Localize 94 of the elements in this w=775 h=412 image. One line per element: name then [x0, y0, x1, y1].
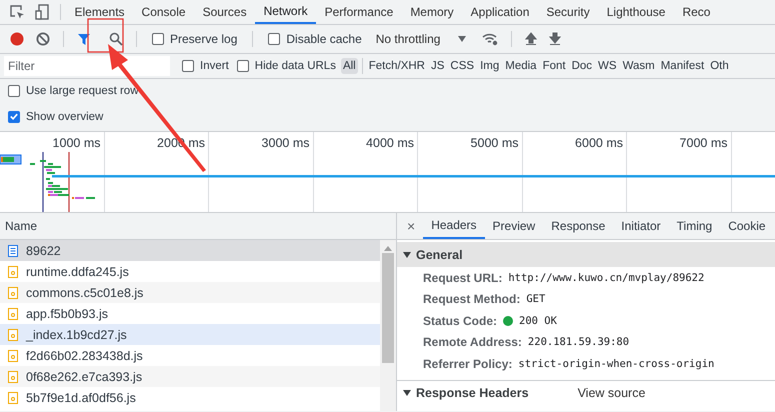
time-tick-label: 5000 ms: [470, 136, 518, 150]
type-filter-chip[interactable]: Oth: [708, 58, 731, 74]
type-filter-chip[interactable]: WS: [596, 58, 619, 74]
time-tick-label: 7000 ms: [680, 136, 728, 150]
device-icon[interactable]: [35, 4, 49, 20]
request-row[interactable]: runtime.ddfa245.js: [0, 261, 380, 282]
request-row[interactable]: 5b7f9e1d.af0df56.js: [0, 387, 380, 408]
checkbox[interactable]: [8, 84, 20, 97]
type-filter-chip[interactable]: Media: [503, 58, 539, 74]
view-source-link[interactable]: View source: [578, 386, 646, 400]
checkbox-label: Show overview: [26, 110, 104, 123]
checkbox[interactable]: [152, 33, 164, 45]
time-tick-label: 4000 ms: [366, 136, 414, 150]
checkbox-label: Disable cache: [286, 32, 362, 46]
time-tick-label: 1000 ms: [52, 136, 100, 150]
type-filter-chip[interactable]: Doc: [570, 58, 594, 74]
script-file-icon: [8, 392, 18, 404]
panel-tab[interactable]: Sources: [194, 0, 256, 24]
type-filter-chip[interactable]: Font: [540, 58, 568, 74]
request-row[interactable]: 0f68e262.e7ca393.js: [0, 366, 380, 387]
request-name: app.f5b0b93.js: [26, 306, 108, 320]
caret-icon: [458, 36, 466, 42]
section-title[interactable]: General: [416, 248, 463, 262]
script-file-icon: [8, 370, 18, 382]
expand-triangle-icon[interactable]: [403, 250, 411, 258]
panel-tab[interactable]: Security: [538, 0, 598, 24]
request-name: _index.1b9cd27.js: [26, 328, 127, 342]
panel-tab[interactable]: Console: [133, 0, 194, 24]
request-row[interactable]: 89622: [0, 240, 380, 261]
header-value: http://www.kuwo.cn/mvplay/89622: [508, 272, 704, 284]
throttling-select[interactable]: No throttling: [376, 32, 466, 46]
request-row[interactable]: app.f5b0b93.js: [0, 303, 380, 324]
panel-tab[interactable]: Elements: [66, 0, 134, 24]
script-file-icon: [8, 328, 18, 340]
header-value: 200 OK: [519, 314, 557, 327]
document-icon: [8, 244, 18, 256]
script-file-icon: [8, 286, 18, 298]
checkbox-label: Preserve log: [170, 32, 238, 46]
panel-tab[interactable]: Lighthouse: [598, 0, 674, 24]
panel-tab[interactable]: Application: [462, 0, 538, 24]
request-row[interactable]: f2d66b02.283438d.js: [0, 345, 380, 366]
request-name: 89622: [26, 244, 61, 258]
panel-tab[interactable]: Memory: [402, 0, 462, 24]
column-header[interactable]: Name: [5, 219, 38, 233]
highlight-box: [87, 18, 124, 53]
type-filter-chip[interactable]: Fetch/XHR: [366, 58, 427, 74]
scrollbar[interactable]: [380, 240, 396, 411]
header-value: 220.181.59.39:80: [528, 336, 630, 348]
type-filter-chip[interactable]: Manifest: [658, 58, 706, 74]
section-title[interactable]: Response Headers: [416, 386, 529, 400]
checkbox[interactable]: [236, 60, 249, 72]
time-tick-label: 6000 ms: [575, 136, 623, 150]
header-value: strict-origin-when-cross-origin: [518, 358, 714, 370]
detail-tab[interactable]: Headers: [423, 213, 485, 239]
type-filter-chip[interactable]: All: [340, 58, 358, 74]
detail-tab[interactable]: Preview: [484, 213, 544, 239]
script-file-icon: [8, 350, 18, 362]
request-name: commons.c5c01e8.js: [26, 286, 144, 300]
panel-tab[interactable]: Reco: [674, 0, 719, 24]
panel-tab[interactable]: Performance: [316, 0, 402, 24]
filter-field[interactable]: Filter: [4, 56, 170, 76]
request-name: 0f68e262.e7ca393.js: [26, 370, 142, 384]
checkbox-label: Hide data URLs: [254, 60, 336, 72]
expand-triangle-icon[interactable]: [403, 389, 411, 397]
request-name: f2d66b02.283438d.js: [26, 348, 143, 362]
header-label: Remote Address:: [423, 335, 522, 350]
detail-tab[interactable]: Response: [543, 213, 614, 239]
checkbox-label: Invert: [200, 60, 229, 72]
detail-tab[interactable]: Timing: [668, 213, 720, 239]
request-row[interactable]: commons.c5c01e8.js: [0, 282, 380, 303]
request-row[interactable]: _index.1b9cd27.js: [0, 324, 380, 345]
type-filter-chip[interactable]: Img: [478, 58, 502, 74]
detail-tab[interactable]: Initiator: [613, 213, 669, 239]
header-label: Request URL:: [423, 270, 502, 285]
type-filter-chip[interactable]: CSS: [448, 58, 476, 74]
panel-tab[interactable]: Network: [255, 0, 316, 24]
time-tick-label: 3000 ms: [262, 136, 310, 150]
checkbox-label: Use large request row: [26, 84, 138, 97]
checkbox[interactable]: [182, 60, 194, 72]
type-filter-chip[interactable]: JS: [428, 58, 446, 74]
checkbox[interactable]: [8, 110, 20, 123]
script-file-icon: [8, 266, 18, 278]
header-label: Status Code:: [423, 314, 498, 328]
detail-tab[interactable]: Cookie: [720, 213, 774, 239]
type-filter-chip[interactable]: Wasm: [620, 58, 657, 74]
inspect-icon[interactable]: [9, 4, 25, 20]
request-name: 5b7f9e1d.af0df56.js: [26, 390, 136, 404]
checkbox[interactable]: [268, 33, 280, 45]
header-value: GET: [526, 293, 546, 306]
header-label: Request Method:: [423, 292, 520, 306]
request-name: runtime.ddfa245.js: [26, 264, 129, 278]
header-label: Referrer Policy:: [423, 356, 512, 371]
script-file-icon: [8, 308, 18, 320]
close-button[interactable]: ×: [397, 218, 424, 234]
